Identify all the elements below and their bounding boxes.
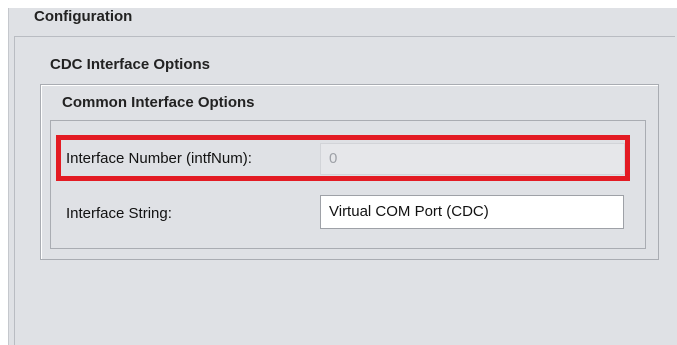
interface-string-field[interactable]: Virtual COM Port (CDC)	[320, 195, 624, 229]
interface-number-field: 0	[320, 143, 625, 175]
configuration-title: Configuration	[34, 8, 133, 25]
interface-string-label: Interface String:	[66, 205, 172, 222]
interface-number-label: Interface Number (intfNum):	[66, 150, 252, 167]
configuration-window: Configuration CDC Interface Options Comm…	[0, 0, 677, 345]
common-options-title: Common Interface Options	[62, 94, 255, 111]
cdc-options-title: CDC Interface Options	[50, 56, 211, 73]
common-options-content	[50, 120, 646, 249]
